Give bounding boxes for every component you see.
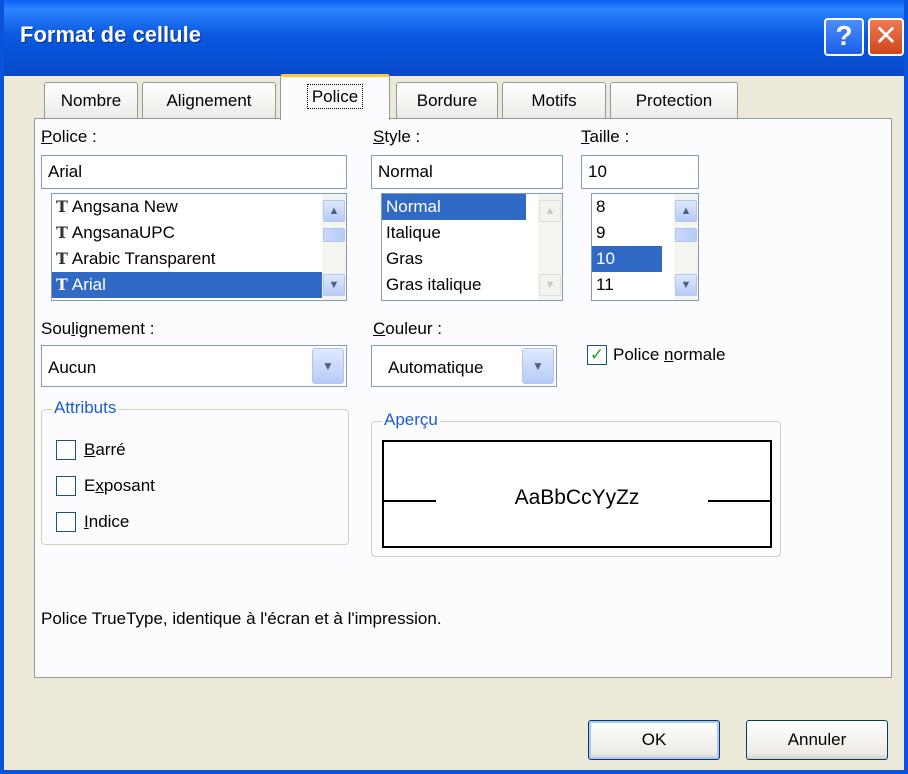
- attributes-group: Attributs Barré Exposant Indice: [41, 398, 349, 545]
- underline-label: Soulignement :: [41, 319, 155, 338]
- font-label: Police :: [41, 127, 97, 146]
- attributes-legend: Attributs: [52, 398, 119, 418]
- cancel-button[interactable]: Annuler: [746, 720, 888, 760]
- preview-box: AaBbCcYyZz: [382, 440, 772, 548]
- tab-nombre[interactable]: Nombre: [44, 82, 138, 118]
- scroll-up-icon[interactable]: ▲: [675, 200, 697, 222]
- subscript-checkbox[interactable]: [56, 512, 76, 532]
- scroll-thumb[interactable]: [323, 228, 345, 242]
- preview-sample-text: AaBbCcYyZz: [514, 486, 640, 509]
- title-bar[interactable]: Format de cellule ? ✕: [4, 0, 904, 76]
- size-label: Taille :: [581, 127, 630, 146]
- subscript-label: Indice: [84, 512, 130, 531]
- scroll-up-icon[interactable]: ▲: [323, 200, 345, 222]
- scroll-up-icon[interactable]: ▲: [539, 200, 561, 222]
- font-name-list[interactable]: T Angsana New T AngsanaUPC T Arabic Transpa…: [51, 193, 347, 301]
- font-info-text: Police TrueType, identique à l'écran et …: [41, 609, 442, 628]
- close-button[interactable]: ✕: [868, 18, 904, 56]
- list-item-selected[interactable]: Normal: [382, 194, 526, 220]
- normal-font-label: Police normale: [613, 345, 726, 364]
- tab-protection[interactable]: Protection: [610, 82, 738, 118]
- truetype-icon: T: [56, 197, 68, 216]
- size-list[interactable]: 8 9 10 11 ▲ ▼: [591, 193, 699, 301]
- style-input[interactable]: Normal: [371, 155, 563, 189]
- list-item[interactable]: Gras: [382, 246, 562, 272]
- color-value: Automatique: [388, 358, 484, 377]
- truetype-icon: T: [56, 275, 68, 294]
- preview-legend: Aperçu: [382, 410, 440, 430]
- size-list-scrollbar[interactable]: ▲ ▼: [674, 194, 698, 300]
- window-title: Format de cellule: [20, 22, 201, 47]
- superscript-label: Exposant: [84, 476, 155, 495]
- list-item-selected[interactable]: T Arial: [52, 272, 346, 298]
- strikethrough-label: Barré: [84, 440, 126, 459]
- normal-font-checkbox[interactable]: ✓: [587, 345, 607, 365]
- preview-group: Aperçu AaBbCcYyZz: [371, 410, 781, 557]
- scroll-down-icon[interactable]: ▼: [323, 274, 345, 296]
- font-name-input[interactable]: Arial: [41, 155, 347, 189]
- font-list-scrollbar[interactable]: ▲ ▼: [322, 194, 346, 300]
- underline-select[interactable]: Aucun ▼: [41, 345, 347, 387]
- tab-police[interactable]: Police: [280, 74, 390, 120]
- format-cells-dialog: Format de cellule ? ✕ Nombre Alignement …: [0, 0, 908, 774]
- style-list[interactable]: Normal Italique Gras Gras italique ▲ ▼: [381, 193, 563, 301]
- list-item-selected[interactable]: 10: [592, 246, 662, 272]
- help-button[interactable]: ?: [824, 18, 864, 56]
- style-label: Style :: [373, 127, 421, 146]
- list-item[interactable]: T AngsanaUPC: [52, 220, 346, 246]
- font-tab-panel: Police : Arial T Angsana New T AngsanaUPC …: [34, 118, 892, 678]
- truetype-icon: T: [56, 249, 68, 268]
- tab-alignement[interactable]: Alignement: [142, 82, 276, 118]
- style-list-scrollbar[interactable]: ▲ ▼: [538, 194, 562, 300]
- scroll-down-icon[interactable]: ▼: [675, 274, 697, 296]
- tab-police-label: Police: [306, 84, 364, 109]
- color-label: Couleur :: [373, 319, 442, 338]
- chevron-down-icon[interactable]: ▼: [522, 348, 554, 384]
- list-item[interactable]: T Arabic Transparent: [52, 246, 346, 272]
- tab-motifs[interactable]: Motifs: [502, 82, 606, 118]
- chevron-down-icon[interactable]: ▼: [312, 348, 344, 384]
- list-item[interactable]: Italique: [382, 220, 562, 246]
- scroll-thumb[interactable]: [675, 228, 697, 242]
- superscript-checkbox[interactable]: [56, 476, 76, 496]
- color-select[interactable]: Automatique ▼: [371, 345, 557, 387]
- scroll-down-icon[interactable]: ▼: [539, 274, 561, 296]
- tab-bordure[interactable]: Bordure: [396, 82, 498, 118]
- underline-value: Aucun: [48, 358, 97, 377]
- list-item[interactable]: Gras italique: [382, 272, 562, 298]
- size-input[interactable]: 10: [581, 155, 699, 189]
- strikethrough-checkbox[interactable]: [56, 440, 76, 460]
- list-item[interactable]: T Angsana New: [52, 194, 346, 220]
- truetype-icon: T: [56, 223, 68, 242]
- ok-button[interactable]: OK: [588, 720, 720, 760]
